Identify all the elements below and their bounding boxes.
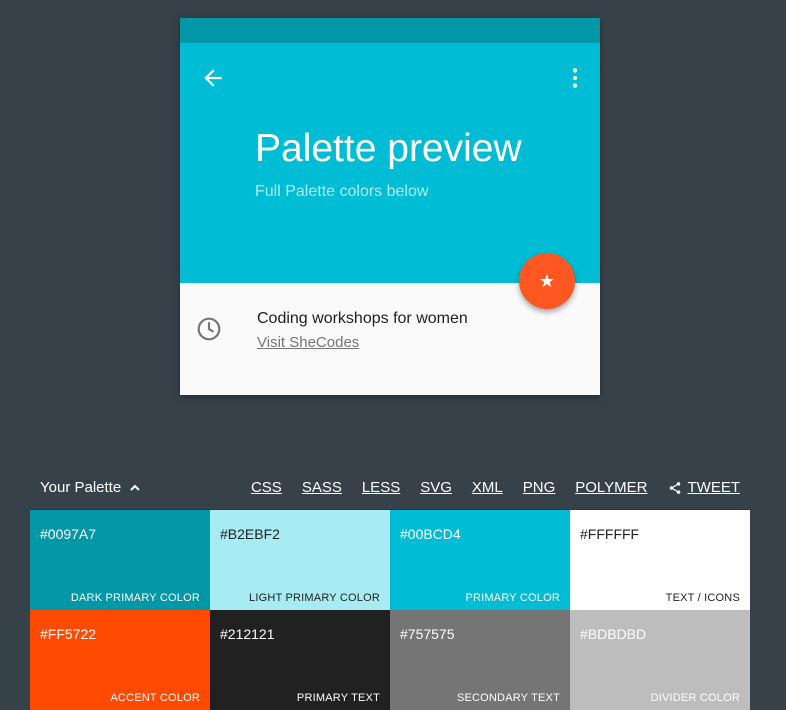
swatch-name: TEXT / ICONS <box>665 592 740 604</box>
export-xml-link[interactable]: XML <box>472 479 503 496</box>
export-png-link[interactable]: PNG <box>523 479 556 496</box>
swatch-hex: #FFFFFF <box>580 526 640 542</box>
export-less-link[interactable]: LESS <box>362 479 400 496</box>
swatch-grid: #0097A7 DARK PRIMARY COLOR #B2EBF2 LIGHT… <box>30 510 750 710</box>
swatch-accent[interactable]: #FF5722 ACCENT COLOR <box>30 610 210 710</box>
swatch-hex: #00BCD4 <box>400 526 461 542</box>
swatch-hex: #FF5722 <box>40 626 97 642</box>
export-polymer-link[interactable]: POLYMER <box>575 479 647 496</box>
swatch-hex: #212121 <box>220 626 275 642</box>
tweet-label: TWEET <box>687 479 741 496</box>
swatch-name: PRIMARY TEXT <box>296 692 380 704</box>
swatch-name: DIVIDER COLOR <box>650 692 740 704</box>
more-vert-icon[interactable] <box>562 65 588 91</box>
star-icon: ★ <box>538 270 556 291</box>
swatch-primary[interactable]: #00BCD4 PRIMARY COLOR <box>390 510 570 610</box>
export-sass-link[interactable]: SASS <box>302 479 342 496</box>
swatch-hex: #757575 <box>400 626 455 642</box>
swatch-primary-text[interactable]: #212121 PRIMARY TEXT <box>210 610 390 710</box>
swatch-name: DARK PRIMARY COLOR <box>70 592 200 604</box>
palette-panel: Your Palette CSS SASS LESS SVG XML PNG P… <box>30 466 750 710</box>
palette-toolbar: Your Palette CSS SASS LESS SVG XML PNG P… <box>30 466 750 510</box>
swatch-hex: #BDBDBD <box>580 626 647 642</box>
status-bar <box>180 18 600 43</box>
swatch-name: LIGHT PRIMARY COLOR <box>249 592 380 604</box>
event-link[interactable]: Visit SheCodes <box>257 334 359 351</box>
your-palette-toggle[interactable]: Your Palette <box>40 479 141 496</box>
swatch-dark-primary[interactable]: #0097A7 DARK PRIMARY COLOR <box>30 510 210 610</box>
app-bar: Palette preview Full Palette colors belo… <box>180 43 600 283</box>
toolbar-title: Your Palette <box>40 479 122 496</box>
export-links: CSS SASS LESS SVG XML PNG POLYMER TWEET <box>231 479 740 496</box>
swatch-light-primary[interactable]: #B2EBF2 LIGHT PRIMARY COLOR <box>210 510 390 610</box>
preview-title: Palette preview <box>255 127 522 170</box>
swatch-text-icons[interactable]: #FFFFFF TEXT / ICONS <box>570 510 750 610</box>
palette-preview-card: Palette preview Full Palette colors belo… <box>180 18 600 395</box>
share-icon <box>669 481 680 494</box>
export-svg-link[interactable]: SVG <box>420 479 452 496</box>
swatch-hex: #B2EBF2 <box>220 526 280 542</box>
clock-icon <box>196 316 222 342</box>
tweet-button[interactable]: TWEET <box>668 479 741 496</box>
swatch-hex: #0097A7 <box>40 526 97 542</box>
event-title: Coding workshops for women <box>257 310 468 327</box>
swatch-name: SECONDARY TEXT <box>456 692 560 704</box>
arrow-back-icon[interactable] <box>200 65 226 91</box>
chevron-up-icon <box>130 484 141 491</box>
swatch-name: ACCENT COLOR <box>110 692 200 704</box>
swatch-divider[interactable]: #BDBDBD DIVIDER COLOR <box>570 610 750 710</box>
favorite-fab-button[interactable]: ★ <box>519 253 575 309</box>
preview-subtitle: Full Palette colors below <box>255 183 429 200</box>
swatch-name: PRIMARY COLOR <box>465 592 560 604</box>
swatch-secondary-text[interactable]: #757575 SECONDARY TEXT <box>390 610 570 710</box>
export-css-link[interactable]: CSS <box>251 479 282 496</box>
